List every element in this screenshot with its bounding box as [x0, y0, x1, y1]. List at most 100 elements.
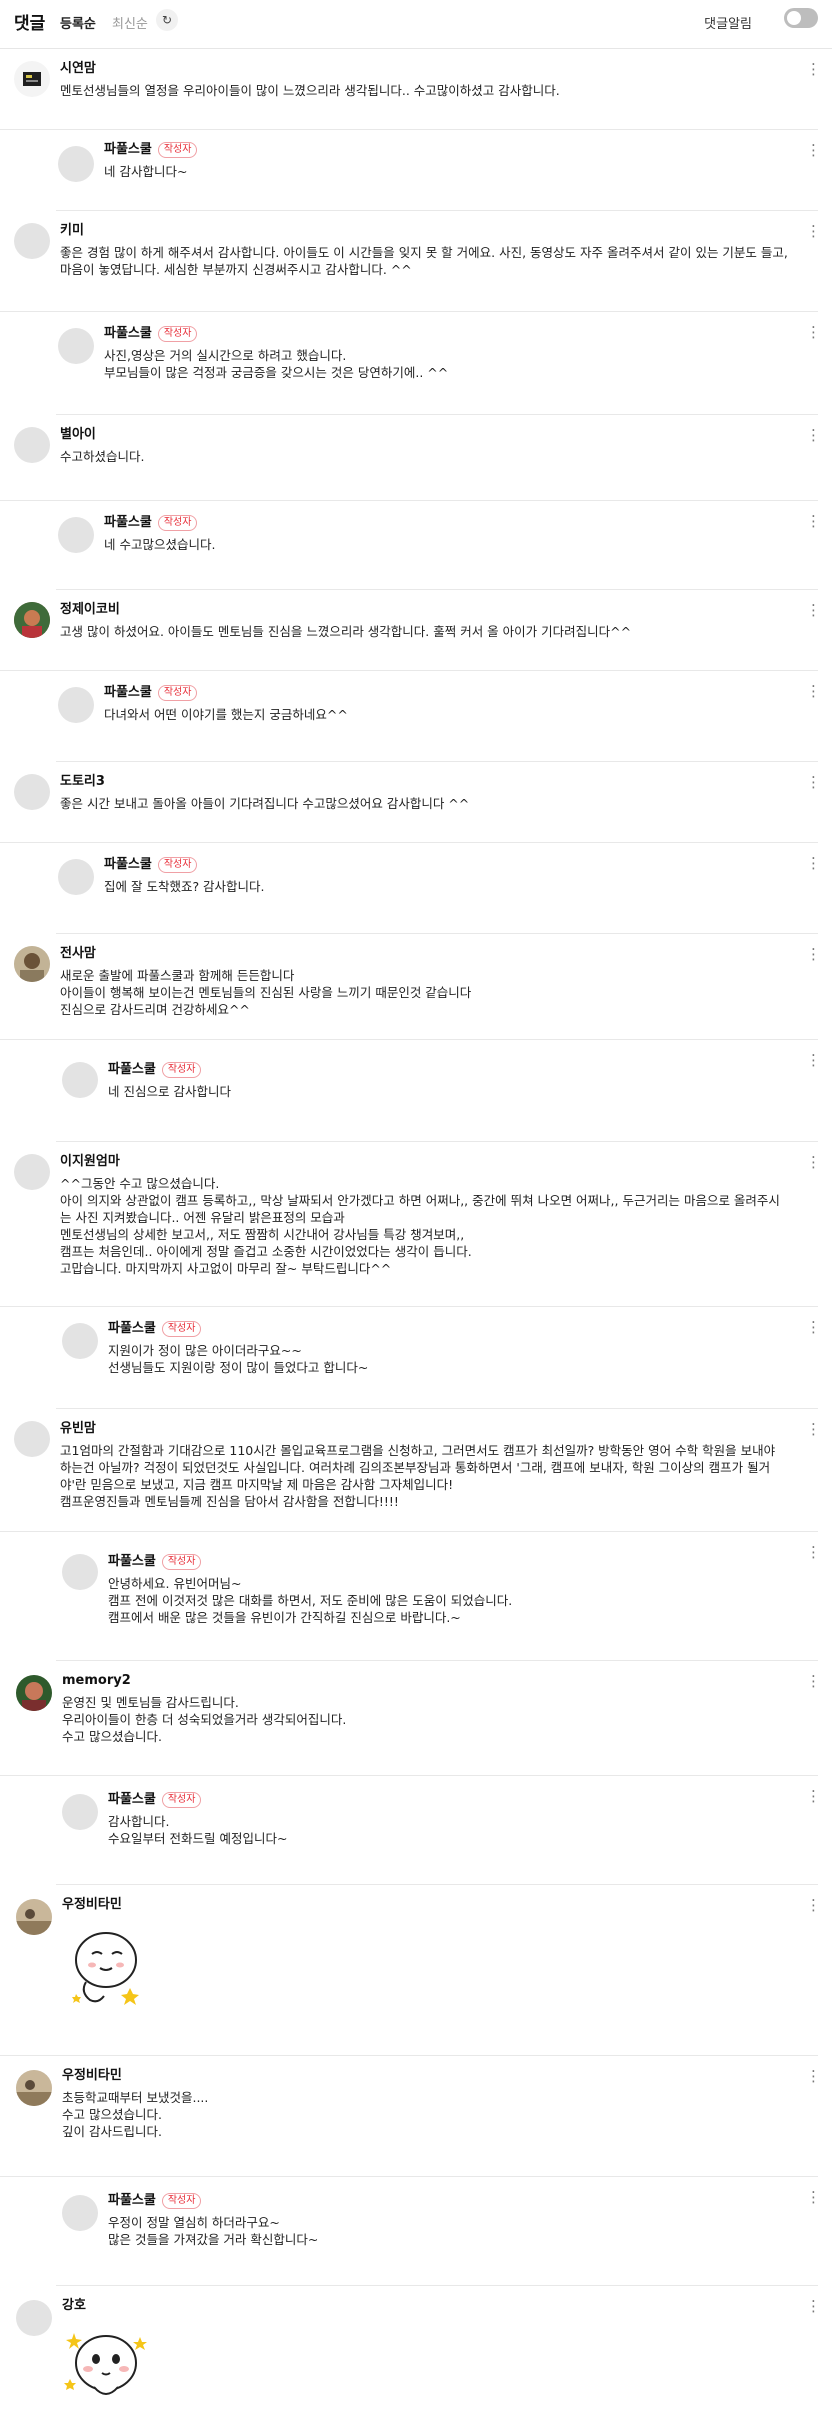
comment-author[interactable]: 우정비타민: [62, 1895, 790, 1914]
refresh-icon[interactable]: ↻: [156, 9, 178, 31]
comment-author[interactable]: 정제이코비: [60, 600, 790, 619]
more-options-icon[interactable]: ⋮: [806, 61, 821, 77]
reply-item: 파풀스쿨 작성자 네 감사합니다~ ⋮: [56, 130, 821, 211]
comment-author[interactable]: 키미: [60, 221, 790, 240]
sticker-image: [62, 2321, 152, 2421]
author-badge: 작성자: [157, 326, 198, 342]
avatar[interactable]: [14, 946, 50, 982]
more-options-icon[interactable]: ⋮: [806, 1673, 821, 1689]
sort-registered-tab[interactable]: 등록순: [60, 13, 96, 32]
more-options-icon[interactable]: ⋮: [806, 946, 821, 962]
more-options-icon[interactable]: ⋮: [806, 2298, 821, 2314]
avatar[interactable]: [58, 859, 94, 895]
avatar[interactable]: [14, 1421, 50, 1457]
comment-author[interactable]: 파풀스쿨 작성자: [108, 2191, 790, 2210]
avatar[interactable]: [14, 1154, 50, 1190]
more-options-icon[interactable]: ⋮: [806, 2068, 821, 2084]
comment-text: 고1엄마의 간절함과 기대감으로 110시간 몰입교육프로그램을 신청하고, 그…: [60, 1443, 776, 1509]
avatar[interactable]: [58, 146, 94, 182]
more-options-icon[interactable]: ⋮: [806, 1319, 821, 1335]
author-badge: 작성자: [157, 515, 198, 531]
reply-item: 파풀스쿨 작성자 다녀와서 어떤 이야기를 했는지 궁금하네요^^ ⋮: [56, 671, 821, 762]
author-name: 파풀스쿨: [104, 857, 152, 872]
comment-notify-label: 댓글알림: [704, 17, 752, 32]
comment-item: 별아이 수고하셨습니다. ⋮: [0, 415, 821, 501]
avatar[interactable]: [62, 1794, 98, 1830]
reply-item: 파풀스쿨 작성자 우정이 정말 열심히 하더라구요~ 많은 것들을 가져갔을 거라…: [56, 2177, 821, 2286]
comments-header: 댓글 등록순 최신순 ↻ 댓글알림: [0, 0, 832, 49]
more-options-icon[interactable]: ⋮: [806, 774, 821, 790]
more-options-icon[interactable]: ⋮: [806, 1421, 821, 1437]
comment-author[interactable]: 파풀스쿨 작성자: [108, 1552, 790, 1571]
more-options-icon[interactable]: ⋮: [806, 1788, 821, 1804]
comment-author[interactable]: 이지원엄마: [60, 1152, 790, 1171]
avatar[interactable]: [16, 2300, 52, 2336]
more-options-icon[interactable]: ⋮: [806, 324, 821, 340]
author-name: 파풀스쿨: [108, 1062, 156, 1077]
comment-author[interactable]: 시연맘: [60, 59, 790, 78]
more-options-icon[interactable]: ⋮: [806, 1544, 821, 1560]
comment-author[interactable]: 파풀스쿨 작성자: [104, 324, 790, 343]
comment-author[interactable]: 파풀스쿨 작성자: [104, 683, 790, 702]
author-name: 파풀스쿨: [104, 515, 152, 530]
comment-author[interactable]: 강호: [62, 2296, 790, 2315]
avatar[interactable]: [58, 328, 94, 364]
more-options-icon[interactable]: ⋮: [806, 1154, 821, 1170]
sort-latest-tab[interactable]: 최신순: [112, 13, 148, 32]
comments-title: 댓글: [14, 14, 46, 34]
comment-text: 네 진심으로 감사합니다: [108, 1084, 231, 1099]
avatar[interactable]: [14, 427, 50, 463]
comment-author[interactable]: 파풀스쿨 작성자: [108, 1790, 790, 1809]
author-name: 파풀스쿨: [104, 685, 152, 700]
comment-author[interactable]: 유빈맘: [60, 1419, 790, 1438]
comment-item: 정제이코비 고생 많이 하셨어요. 아이들도 멘토님들 진심을 느꼈으리라 생각…: [0, 590, 821, 671]
comment-author[interactable]: 파풀스쿨 작성자: [104, 513, 790, 532]
avatar[interactable]: [58, 687, 94, 723]
comment-author[interactable]: 전사맘: [60, 944, 790, 963]
comment-item: 유빈맘 고1엄마의 간절함과 기대감으로 110시간 몰입교육프로그램을 신청하…: [0, 1409, 821, 1532]
reply-item: 파풀스쿨 작성자 사진,영상은 거의 실시간으로 하려고 했습니다. 부모님들이 …: [56, 312, 821, 415]
avatar[interactable]: [58, 517, 94, 553]
comment-author[interactable]: 별아이: [60, 425, 790, 444]
more-options-icon[interactable]: ⋮: [806, 513, 821, 529]
author-badge: 작성자: [161, 1062, 202, 1078]
comment-author[interactable]: 우정비타민: [62, 2066, 790, 2085]
more-options-icon[interactable]: ⋮: [806, 1897, 821, 1913]
comment-author[interactable]: 파풀스쿨 작성자: [108, 1319, 790, 1338]
more-options-icon[interactable]: ⋮: [806, 2189, 821, 2205]
avatar[interactable]: [14, 602, 50, 638]
author-name: 파풀스쿨: [104, 142, 152, 157]
comment-text: 감사합니다. 수요일부터 전화드릴 예정입니다~: [108, 1814, 288, 1846]
comment-notify-toggle[interactable]: [784, 8, 818, 28]
sticker-image: [62, 1920, 152, 2010]
comment-text: 다녀와서 어떤 이야기를 했는지 궁금하네요^^: [104, 707, 348, 722]
more-options-icon[interactable]: ⋮: [806, 602, 821, 618]
avatar[interactable]: [62, 1062, 98, 1098]
more-options-icon[interactable]: ⋮: [806, 855, 821, 871]
avatar[interactable]: [14, 774, 50, 810]
avatar[interactable]: [16, 2070, 52, 2106]
more-options-icon[interactable]: ⋮: [806, 142, 821, 158]
comments-page: 댓글 등록순 최신순 ↻ 댓글알림 시연맘 멘토선생님들의 열정을 우리아이들이…: [0, 0, 832, 2427]
avatar[interactable]: [16, 1675, 52, 1711]
avatar[interactable]: [16, 1899, 52, 1935]
avatar[interactable]: [62, 2195, 98, 2231]
avatar[interactable]: [14, 61, 50, 97]
more-options-icon[interactable]: ⋮: [806, 1052, 821, 1068]
comment-text: 초등학교때부터 보냈것을.... 수고 많으셨습니다. 깊이 감사드립니다.: [62, 2090, 209, 2139]
comment-author[interactable]: 파풀스쿨 작성자: [104, 855, 790, 874]
more-options-icon[interactable]: ⋮: [806, 427, 821, 443]
avatar[interactable]: [14, 223, 50, 259]
comment-author[interactable]: 파풀스쿨 작성자: [108, 1060, 790, 1079]
comment-author[interactable]: 파풀스쿨 작성자: [104, 140, 790, 159]
reply-item: 파풀스쿨 작성자 집에 잘 도착했죠? 감사합니다. ⋮: [56, 843, 821, 934]
comment-author[interactable]: 도토리3: [60, 772, 790, 791]
author-name: 파풀스쿨: [108, 1792, 156, 1807]
comment-author[interactable]: memory2: [62, 1671, 790, 1690]
more-options-icon[interactable]: ⋮: [806, 683, 821, 699]
avatar[interactable]: [62, 1554, 98, 1590]
avatar[interactable]: [62, 1323, 98, 1359]
comment-text: 운영진 및 멘토님들 감사드립니다. 우리아이들이 한층 더 성숙되었을거라 생…: [62, 1695, 347, 1744]
comment-text: ^^그동안 수고 많으셨습니다. 아이 의지와 상관없이 캠프 등록하고,, 막…: [60, 1176, 780, 1276]
more-options-icon[interactable]: ⋮: [806, 223, 821, 239]
